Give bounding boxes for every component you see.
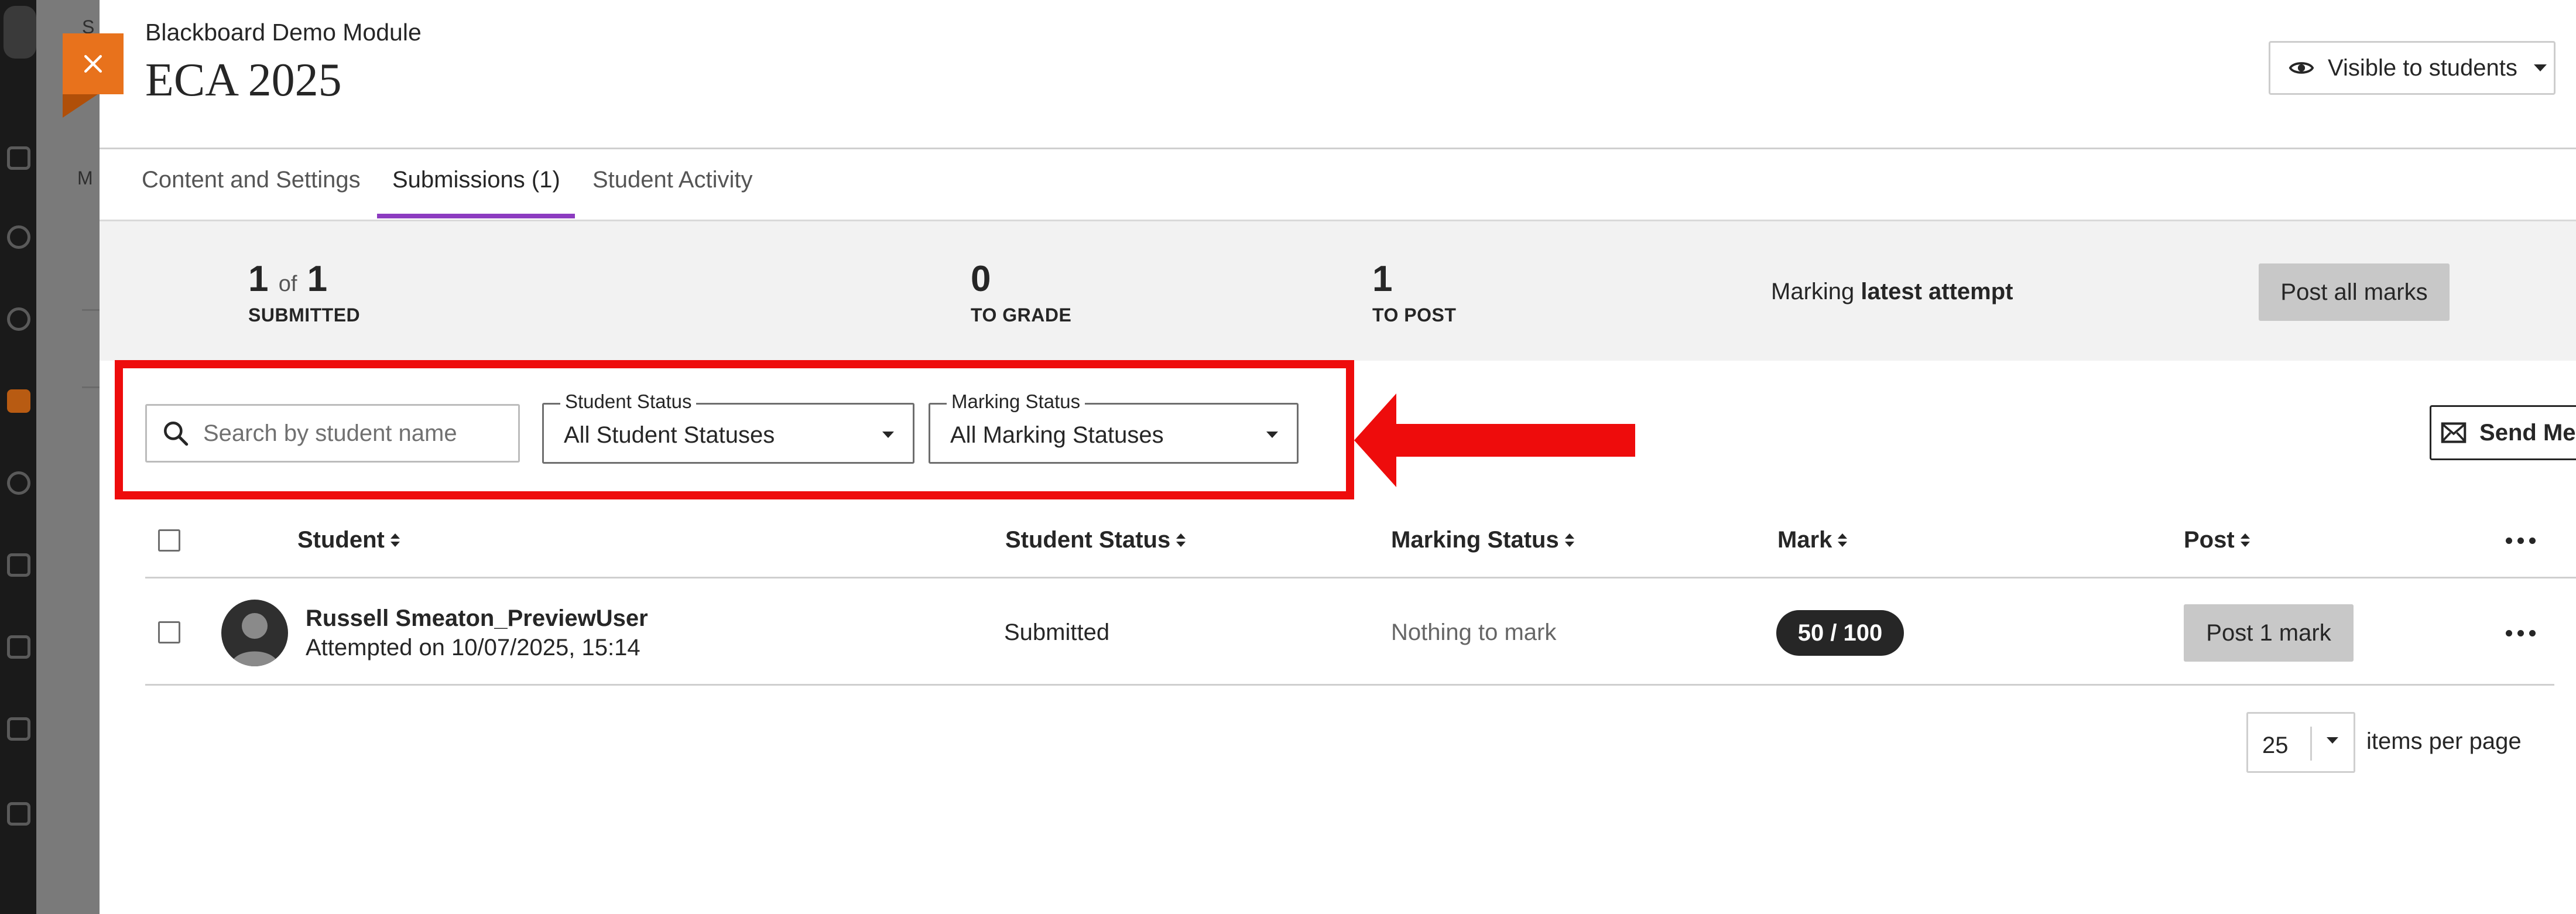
submitted-total: 1 [307,259,328,299]
page-title: ECA 2025 [145,54,342,106]
items-per-page-label: items per page [2366,728,2522,754]
close-button-tab [63,94,98,118]
send-message-label: Send Message [2479,419,2576,446]
tab-student-activity[interactable]: Student Activity [592,167,752,220]
post-mark-button[interactable]: Post 1 mark [2184,604,2354,662]
page-size-select[interactable]: 25 [2246,712,2355,773]
to-grade-label: TO GRADE [971,304,1072,326]
student-status-cell: Submitted [1004,619,1110,645]
column-student-status-label: Student Status [1005,527,1171,553]
column-mark[interactable]: Mark [1777,527,1848,553]
sort-icon [1564,533,1574,547]
submitted-count: 1 [248,259,269,299]
avatar [221,600,288,666]
course-name: Blackboard Demo Module [145,19,422,46]
column-post-label: Post [2184,527,2235,553]
submitted-of: of [278,272,297,296]
messages-icon [7,635,30,659]
to-post-count: 1 [1372,259,1393,299]
chevron-down-icon [2327,737,2338,744]
visibility-dropdown[interactable]: Visible to students [2269,41,2556,95]
column-student-label: Student [297,527,385,553]
mark-total: / 100 [1824,619,1883,646]
select-all-checkbox[interactable] [158,529,180,552]
background-app: S M [0,0,100,914]
column-post[interactable]: Post [2184,527,2250,553]
mark-badge[interactable]: 50 / 100 [1776,610,1904,656]
grades-icon [7,717,30,741]
tab-submissions[interactable]: Submissions (1) [392,167,560,220]
background-content [36,0,100,914]
row-options-icon[interactable] [2506,630,2536,636]
column-marking-status[interactable]: Marking Status [1391,527,1574,553]
close-panel-button[interactable] [63,33,124,94]
calendar-icon [7,553,30,577]
marking-prefix: Marking [1771,279,1855,304]
background-logo [4,6,36,59]
sort-icon [390,533,400,547]
marking-attempt-value: latest attempt [1861,279,2013,304]
red-arrow-annotation [1354,393,1635,487]
courses-icon [7,389,30,413]
sort-icon [1176,533,1186,547]
tab-bar: Content and Settings Submissions (1) Stu… [100,149,2576,220]
eye-icon [2289,62,2314,74]
marking-attempt-setting[interactable]: Marking latest attempt [1771,279,2013,305]
send-message-button[interactable]: Send Message [2430,405,2576,460]
close-icon [84,54,102,73]
column-mark-label: Mark [1777,527,1832,553]
sort-icon [2240,533,2250,547]
background-divider [82,309,100,311]
highlight-annotation-box [115,360,1354,499]
mark-value: 50 [1797,619,1824,646]
visibility-label: Visible to students [2328,54,2517,81]
tools-icon [7,802,30,826]
attempt-date: Attempted on 10/07/2025, 15:14 [306,635,640,660]
submitted-label: SUBMITTED [248,304,361,326]
submissions-panel: Blackboard Demo Module ECA 2025 Visible … [100,0,2576,914]
submission-stats: 1 of 1 SUBMITTED 0 TO GRADE 1 TO POST Ma… [100,221,2576,361]
active-tab-indicator [377,214,575,218]
row-checkbox[interactable] [158,621,180,643]
envelope-icon [2441,422,2467,443]
table-divider [145,684,2554,686]
student-name[interactable]: Russell Smeaton_PreviewUser [306,605,648,632]
institution-icon [7,146,30,170]
panel-header: Blackboard Demo Module ECA 2025 Visible … [100,0,2576,149]
stat-to-grade: 0 TO GRADE [971,261,1071,326]
to-post-label: TO POST [1372,304,1457,326]
sort-icon [1838,533,1848,547]
background-nav-rail [0,0,36,914]
to-grade-count: 0 [971,259,991,299]
column-student-status[interactable]: Student Status [1005,527,1186,553]
table-divider [145,577,2576,578]
column-student[interactable]: Student [297,527,400,553]
page-size-divider [2310,727,2312,761]
more-options-icon[interactable] [2506,538,2536,544]
groups-icon [7,471,30,495]
stat-to-post: 1 TO POST [1372,261,1456,326]
stat-submitted: 1 of 1 SUBMITTED [248,261,360,326]
profile-icon [7,225,30,249]
user-silhouette-icon [231,613,279,666]
globe-icon [7,307,30,331]
background-divider [82,386,100,388]
column-marking-status-label: Marking Status [1391,527,1559,553]
post-all-marks-button[interactable]: Post all marks [2259,263,2450,321]
background-text: M [77,167,93,189]
marking-status-cell: Nothing to mark [1391,619,1557,645]
chevron-down-icon [2533,64,2547,71]
tab-content-and-settings[interactable]: Content and Settings [142,167,361,220]
page-size-value: 25 [2262,732,2289,758]
